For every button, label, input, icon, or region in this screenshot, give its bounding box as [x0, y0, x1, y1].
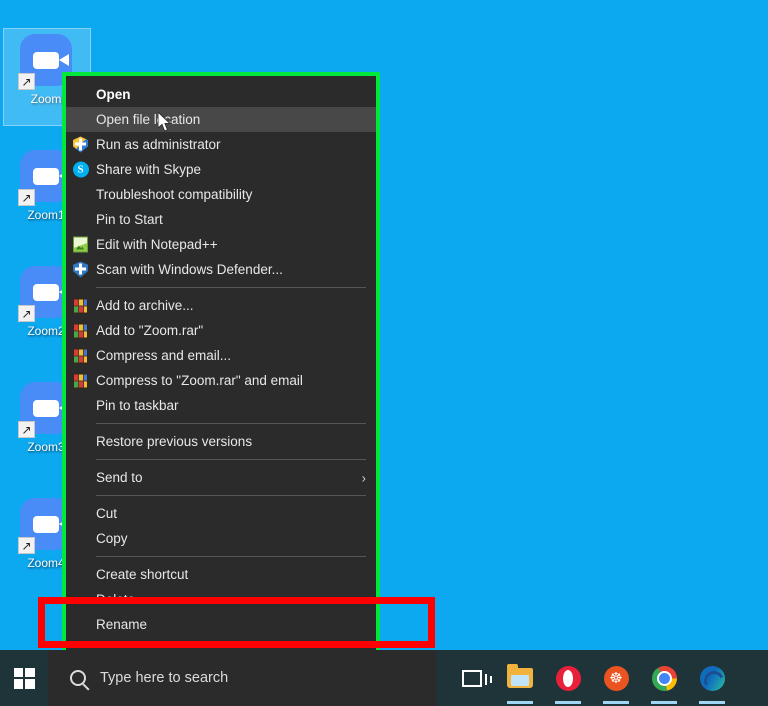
menu-item-label: Compress to "Zoom.rar" and email [96, 373, 303, 388]
desktop-screen: ↗ Zoom ↗ Zoom1 ↗ Zoom2 ↗ Zoom3 ↗ Zoom4 Open Open f… [0, 0, 768, 706]
defender-icon [72, 261, 89, 278]
winrar-icon [72, 297, 89, 314]
menu-item-cut[interactable]: Cut [66, 501, 376, 526]
menu-item-label: Scan with Windows Defender... [96, 262, 283, 277]
menu-item-label: Copy [96, 531, 128, 546]
file-explorer-icon[interactable] [496, 650, 544, 706]
chevron-right-icon: › [361, 470, 366, 485]
menu-item-edit-with-notepad[interactable]: Edit with Notepad++ [66, 232, 376, 257]
skype-icon: S [72, 161, 89, 178]
edge-icon[interactable] [688, 650, 736, 706]
menu-item-troubleshoot-compatibility[interactable]: Troubleshoot compatibility [66, 182, 376, 207]
menu-item-label: Add to "Zoom.rar" [96, 323, 204, 338]
menu-item-compress-and-email[interactable]: Compress and email... [66, 343, 376, 368]
menu-item-open-file-location[interactable]: Open file location [66, 107, 376, 132]
menu-item-compress-to-zoom-rar-and-email[interactable]: Compress to "Zoom.rar" and email [66, 368, 376, 393]
shortcut-arrow-icon: ↗ [18, 73, 35, 90]
shortcut-arrow-icon: ↗ [18, 189, 35, 206]
search-input[interactable]: Type here to search [48, 650, 436, 706]
menu-item-run-as-administrator[interactable]: Run as administrator [66, 132, 376, 157]
ubuntu-icon[interactable]: ☸ [592, 650, 640, 706]
desktop-icon-label: Zoom4 [27, 556, 65, 570]
menu-item-label: Restore previous versions [96, 434, 253, 449]
winrar-icon [72, 347, 89, 364]
menu-item-scan-with-windows-defender[interactable]: Scan with Windows Defender... [66, 257, 376, 282]
menu-item-pin-to-taskbar[interactable]: Pin to taskbar [66, 393, 376, 418]
menu-item-label: Compress and email... [96, 348, 232, 363]
menu-item-label: Run as administrator [96, 137, 221, 152]
menu-item-label: Open [96, 87, 131, 102]
menu-item-open[interactable]: Open [66, 82, 376, 107]
menu-separator [96, 459, 366, 460]
uac-shield-icon [72, 136, 89, 153]
notepadpp-icon [72, 236, 89, 253]
desktop-icon-label: Zoom1 [27, 208, 65, 222]
shortcut-arrow-icon: ↗ [18, 305, 35, 322]
start-button[interactable] [0, 650, 48, 706]
chrome-icon[interactable] [640, 650, 688, 706]
taskbar: Type here to search ☸ [0, 650, 768, 706]
menu-item-label: Edit with Notepad++ [96, 237, 218, 252]
menu-item-label: Create shortcut [96, 567, 189, 582]
menu-separator [96, 423, 366, 424]
menu-separator [96, 495, 366, 496]
desktop-icon-label: Zoom2 [27, 324, 65, 338]
search-icon [70, 670, 86, 686]
context-menu[interactable]: Open Open file location Run as administrat… [62, 72, 380, 681]
menu-item-label: Cut [96, 506, 118, 521]
menu-separator [96, 287, 366, 288]
menu-item-add-to-zoom-rar[interactable]: Add to "Zoom.rar" [66, 318, 376, 343]
opera-icon[interactable] [544, 650, 592, 706]
menu-item-send-to[interactable]: Send to › [66, 465, 376, 490]
menu-item-label: Pin to taskbar [96, 398, 179, 413]
menu-item-pin-to-start[interactable]: Pin to Start [66, 207, 376, 232]
shortcut-arrow-icon: ↗ [18, 537, 35, 554]
shortcut-arrow-icon: ↗ [18, 421, 35, 438]
desktop-icon-label: Zoom3 [27, 440, 65, 454]
menu-item-label: Troubleshoot compatibility [96, 187, 253, 202]
menu-item-label: Add to archive... [96, 298, 194, 313]
desktop-icon-label: Zoom [30, 92, 62, 106]
search-placeholder: Type here to search [100, 670, 229, 686]
menu-separator [96, 556, 366, 557]
taskbar-icon-list: ☸ [448, 650, 736, 706]
menu-item-label: Send to [96, 470, 143, 485]
annotation-highlight-box [38, 597, 435, 648]
task-view-icon[interactable] [448, 650, 496, 706]
menu-item-copy[interactable]: Copy [66, 526, 376, 551]
menu-item-label: Open file location [96, 112, 201, 127]
menu-item-label: Pin to Start [96, 212, 163, 227]
winrar-icon [72, 322, 89, 339]
windows-logo-icon [13, 667, 35, 689]
menu-item-share-with-skype[interactable]: S Share with Skype [66, 157, 376, 182]
menu-item-create-shortcut[interactable]: Create shortcut [66, 562, 376, 587]
winrar-icon [72, 372, 89, 389]
menu-item-add-to-archive[interactable]: Add to archive... [66, 293, 376, 318]
menu-item-label: Share with Skype [96, 162, 202, 177]
menu-item-restore-previous-versions[interactable]: Restore previous versions [66, 429, 376, 454]
